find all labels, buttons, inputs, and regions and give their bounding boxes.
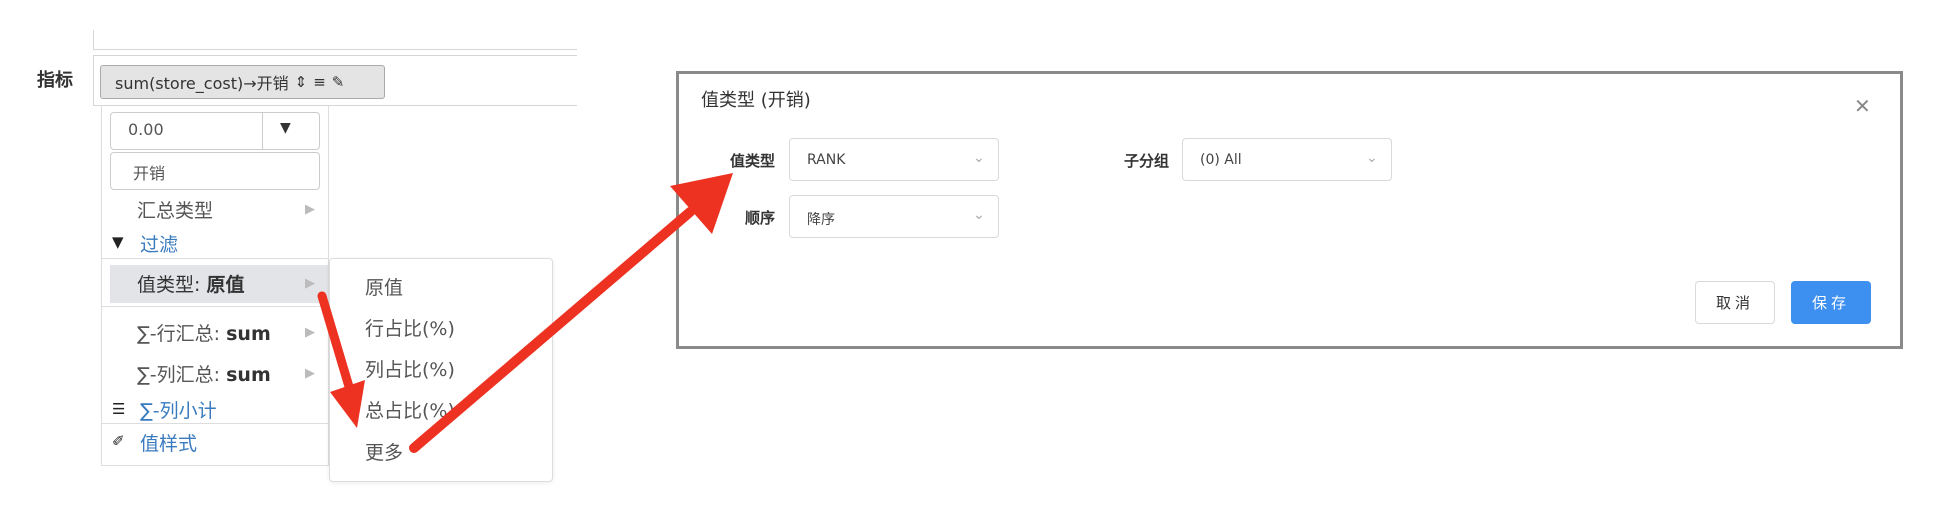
annotation-arrow-to-dialog [409,173,733,453]
annotation-arrows [317,173,733,453]
annotation-arrow-down [317,291,365,428]
